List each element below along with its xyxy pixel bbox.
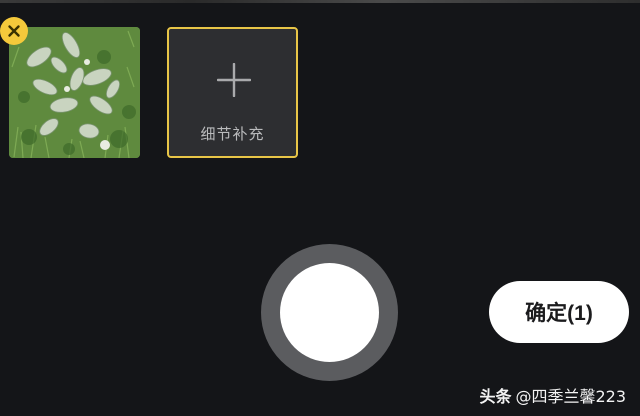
shutter-button[interactable] <box>261 244 398 381</box>
plant-photo-image <box>9 27 140 158</box>
plus-icon <box>217 63 251 97</box>
close-icon <box>8 25 20 37</box>
watermark: 头条 @四季兰馨223 <box>479 383 626 407</box>
preview-edge <box>0 0 640 3</box>
add-detail-label: 细节补充 <box>200 125 265 143</box>
photo-thumbnail[interactable] <box>9 27 140 158</box>
watermark-brand: 头条 <box>479 387 512 406</box>
remove-photo-button[interactable] <box>0 17 28 45</box>
camera-screen: 细节补充 确定(1) 头条 @四季兰馨223 <box>0 0 640 416</box>
confirm-button[interactable]: 确定(1) <box>489 281 629 343</box>
shutter-core <box>280 263 379 362</box>
add-detail-button[interactable]: 细节补充 <box>167 27 298 158</box>
watermark-handle: @四季兰馨223 <box>515 387 626 406</box>
